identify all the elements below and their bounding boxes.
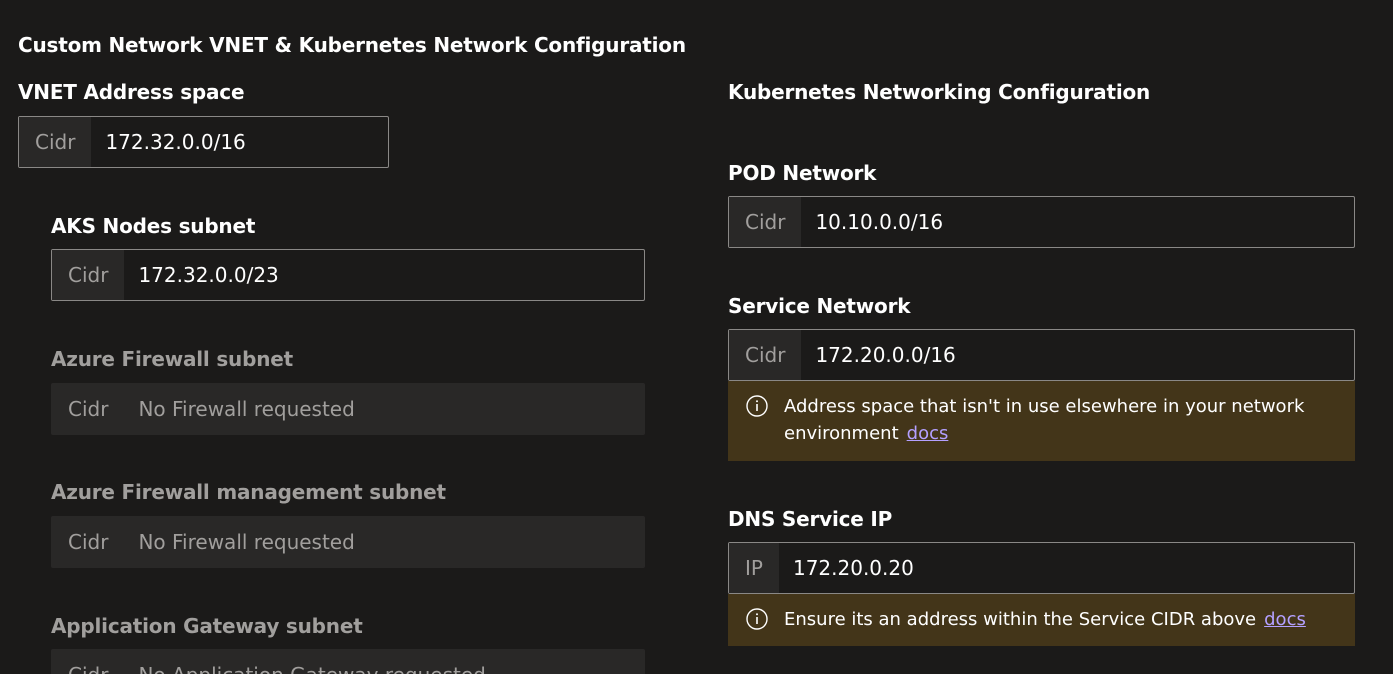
vnet-cidr-field: Cidr — [18, 116, 389, 168]
pod-network-cidr-input[interactable] — [801, 197, 1354, 247]
app-gateway-cidr-input — [124, 650, 644, 674]
firewall-mgmt-cidr-prefix: Cidr — [52, 517, 125, 567]
app-gateway-cidr-prefix: Cidr — [52, 650, 125, 674]
firewall-cidr-field: Cidr — [51, 383, 645, 435]
dns-service-ip-input[interactable] — [778, 543, 1354, 593]
firewall-cidr-input — [124, 384, 644, 434]
aks-nodes-subnet-label: AKS Nodes subnet — [51, 214, 256, 238]
dns-service-ip-docs-link[interactable]: docs — [1264, 609, 1306, 630]
aks-nodes-cidr-prefix: Cidr — [52, 250, 125, 300]
app-gateway-subnet-label: Application Gateway subnet — [51, 614, 363, 638]
service-network-docs-link[interactable]: docs — [907, 423, 949, 444]
service-network-label: Service Network — [728, 294, 911, 318]
section-title: Custom Network VNET & Kubernetes Network… — [18, 33, 686, 57]
dns-service-ip-label: DNS Service IP — [728, 507, 893, 531]
dns-service-ip-field: IP — [728, 542, 1355, 594]
dns-service-ip-prefix: IP — [729, 543, 779, 593]
firewall-mgmt-cidr-input — [124, 517, 644, 567]
vnet-cidr-input[interactable] — [91, 117, 388, 167]
aks-nodes-cidr-field: Cidr — [51, 249, 645, 301]
service-network-cidr-field: Cidr — [728, 329, 1355, 381]
service-network-cidr-input[interactable] — [801, 330, 1354, 380]
app-gateway-cidr-field: Cidr — [51, 649, 645, 674]
dns-service-ip-warning: Ensure its an address within the Service… — [728, 594, 1355, 646]
dns-service-ip-warning-text: Ensure its an address within the Service… — [784, 609, 1257, 630]
firewall-cidr-prefix: Cidr — [52, 384, 125, 434]
pod-network-cidr-prefix: Cidr — [729, 197, 802, 247]
service-network-warning: Address space that isn't in use elsewher… — [728, 381, 1355, 461]
k8s-networking-title: Kubernetes Networking Configuration — [728, 80, 1151, 104]
firewall-subnet-label: Azure Firewall subnet — [51, 347, 293, 371]
pod-network-label: POD Network — [728, 161, 877, 185]
pod-network-cidr-field: Cidr — [728, 196, 1355, 248]
network-config-page: Custom Network VNET & Kubernetes Network… — [0, 0, 1393, 674]
info-icon — [746, 608, 768, 630]
aks-nodes-cidr-input[interactable] — [124, 250, 644, 300]
firewall-mgmt-subnet-label: Azure Firewall management subnet — [51, 480, 446, 504]
firewall-mgmt-cidr-field: Cidr — [51, 516, 645, 568]
vnet-cidr-prefix: Cidr — [19, 117, 92, 167]
service-network-warning-text: Address space that isn't in use elsewher… — [784, 396, 1305, 444]
service-network-cidr-prefix: Cidr — [729, 330, 802, 380]
info-icon — [746, 395, 768, 417]
vnet-address-space-label: VNET Address space — [18, 80, 245, 104]
